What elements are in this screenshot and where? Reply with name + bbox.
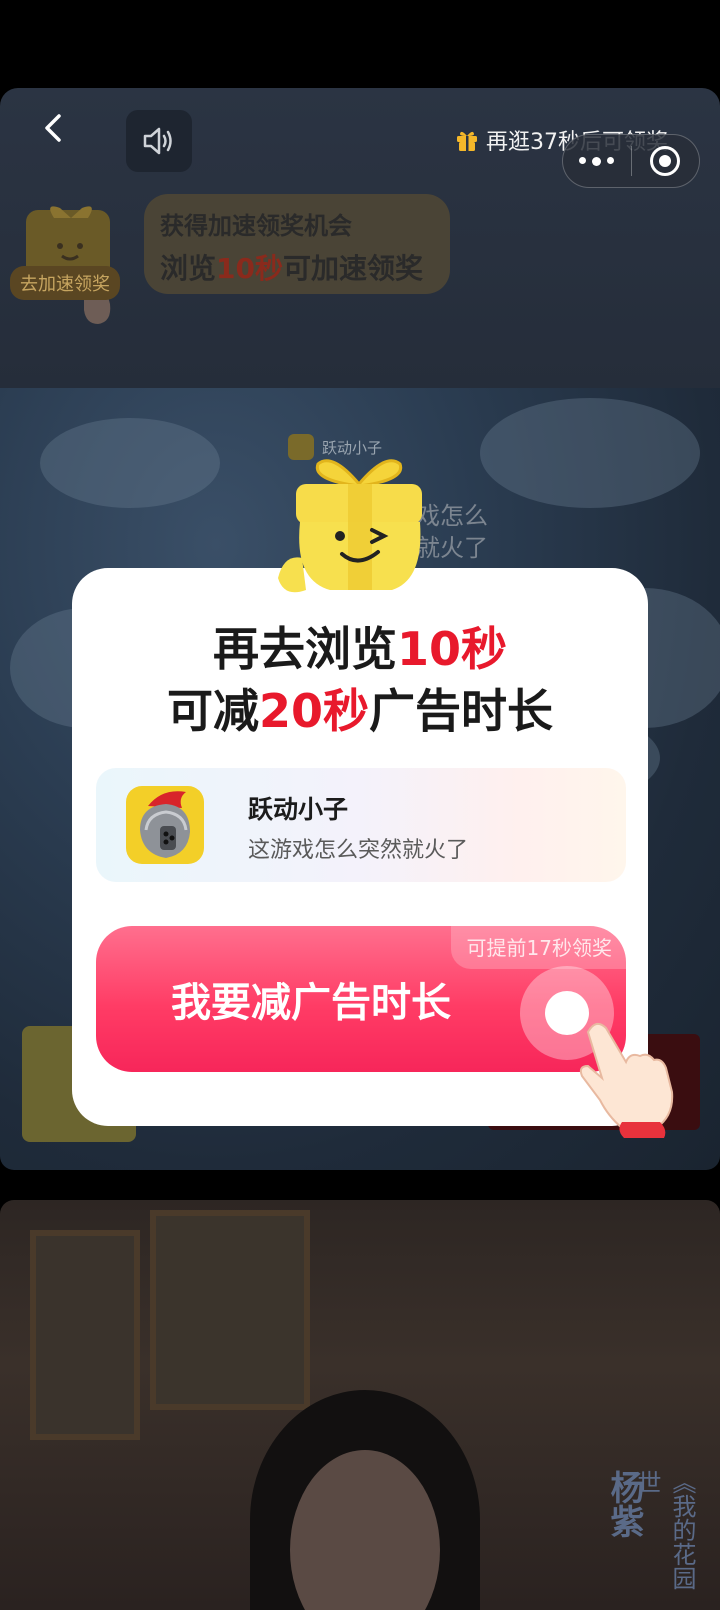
more-dots-icon: [579, 156, 587, 164]
tip-line2-highlight: 10秒: [216, 252, 283, 285]
pointing-hand-icon: [579, 1022, 674, 1138]
title-line2-pre: 可减: [166, 684, 259, 738]
more-dot: [592, 156, 602, 166]
cta-label: 我要减广告时长: [171, 980, 451, 1026]
more-dot: [607, 156, 615, 164]
title-line2-highlight: 20秒: [258, 684, 369, 738]
chevron-left-icon: [45, 114, 61, 142]
title-line2: 可减20秒广告时长: [72, 680, 648, 742]
app-description: 这游戏怎么突然就火了: [248, 838, 469, 863]
title-line1-pre: 再去浏览: [212, 622, 397, 676]
dialog-title: 再去浏览10秒 可减20秒广告时长: [72, 618, 648, 742]
app-card[interactable]: 跃动小子 这游戏怎么突然就火了: [96, 768, 626, 882]
gift-mascot-icon: [278, 459, 422, 593]
title-line1: 再去浏览10秒: [72, 618, 648, 680]
title-line1-highlight: 10秒: [396, 622, 507, 676]
reduce-ad-time-button[interactable]: 可提前17秒领奖 我要减广告时长: [96, 926, 626, 1072]
tip-line2: 浏览10秒可加速领奖: [160, 247, 434, 287]
title-line2-post: 广告时长: [369, 684, 553, 738]
tip-line2-post: 可加速领奖: [282, 252, 423, 285]
sound-toggle-button[interactable]: [126, 110, 192, 172]
app-icon: [126, 786, 204, 864]
next-feed-card: 杨紫 《我的花园世: [0, 1200, 720, 1610]
gift-box-icon: [50, 206, 111, 324]
speed-up-badge[interactable]: 去加速领奖: [10, 266, 120, 300]
tip-line2-pre: 浏览: [160, 252, 217, 285]
tip-line1: 获得加速领奖机会: [160, 212, 352, 240]
picture-frame: [30, 1230, 140, 1440]
cloud-shape: [40, 418, 220, 508]
target-circle-icon: [650, 146, 681, 176]
miniapp-capsule: [562, 134, 700, 188]
knight-helmet-icon: [140, 791, 190, 858]
speaker-icon: [143, 127, 172, 155]
speed-tip-bubble: 获得加速领奖机会 浏览10秒可加速领奖: [144, 194, 450, 294]
gift-icon: [457, 131, 477, 151]
reduce-ad-time-dialog: 再去浏览10秒 可减20秒广告时长 跃动小子 这游戏怎么突然就火了 可提前17秒…: [72, 568, 648, 1126]
close-miniapp-button[interactable]: [632, 146, 700, 176]
early-reward-badge: 可提前17秒领奖: [450, 926, 626, 969]
more-button[interactable]: [563, 156, 631, 166]
picture-frame: [150, 1210, 310, 1410]
app-name: 跃动小子: [248, 795, 349, 824]
back-button[interactable]: [34, 108, 74, 148]
cloud-shape: [480, 398, 700, 508]
vertical-subtitle: 《我的花园世: [633, 1470, 696, 1590]
